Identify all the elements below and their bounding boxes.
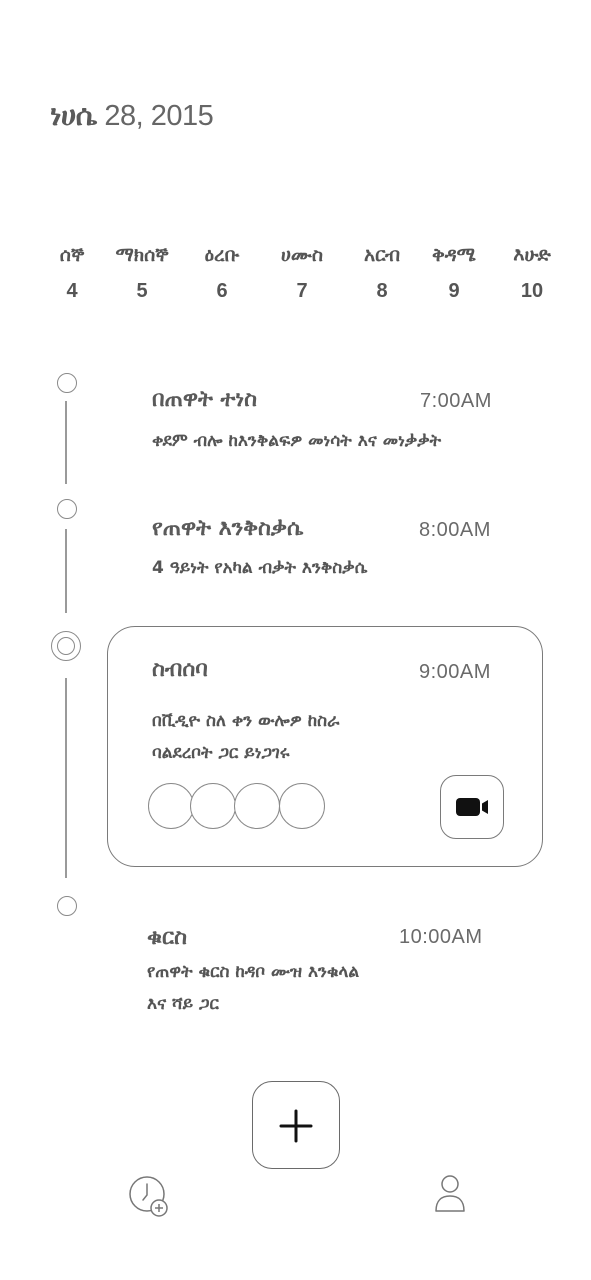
event-title: የጠዋት እንቅስቃሴ [152,516,304,541]
timeline-line [65,529,67,613]
day-name: ማክሰኞ [115,244,169,266]
participant-avatar [234,783,280,829]
timeline-line [65,678,67,878]
date-label: 28, 2015 [96,100,214,132]
clock-add-icon [129,1176,168,1217]
event-description: 4 ዓይነት የአካል ብቃት እንቅስቃሴ [152,558,368,578]
day-number: 7 [296,280,308,302]
day-number: 9 [448,280,460,302]
day-name: ዕረቡ [204,244,240,266]
event-description: የጠዋት ቁርስ ከዳቦ ሙዝ እንቁላል [147,962,360,982]
day-number: 6 [216,280,228,302]
event-title: በጠዋት ተነስ [152,387,258,412]
timeline-dot [57,499,77,519]
event-description: ቀደም ብሎ ከእንቅልፍዎ መነሳት እና መነቃቃት [152,431,442,451]
video-camera-icon [455,797,488,816]
event-description: ባልደረቦት ጋር ይነጋገሩ [152,743,290,763]
event-time: 10:00AM [399,926,483,948]
day-name: ቅዳሜ [432,244,476,266]
day-number: 8 [376,280,388,302]
event-description: እና ሻይ ጋር [147,994,219,1014]
plus-icon [279,1109,312,1142]
add-event-button[interactable] [252,1081,340,1169]
timeline-dot-active [51,631,81,661]
event-title: ቁርስ [147,925,188,950]
event-title: ስብሰባ [152,657,208,682]
day-friday[interactable]: አርብ 8 [342,240,422,303]
event-time: 9:00AM [419,661,491,683]
day-number: 4 [66,280,78,302]
nav-profile-button[interactable] [428,1173,472,1221]
participant-avatar [190,783,236,829]
day-sunday[interactable]: እሁድ 10 [492,240,572,303]
week-selector: ሰኞ 4 ማክሰኞ 5 ዕረቡ 6 ሀሙስ 7 አርብ 8 ቅዳሜ 9 እሁድ … [38,240,568,320]
event-time: 8:00AM [419,519,491,541]
nav-schedule-button[interactable] [126,1174,172,1224]
day-number: 5 [136,280,148,302]
day-number: 10 [520,280,544,302]
day-name: ሰኞ [59,244,85,266]
day-saturday[interactable]: ቅዳሜ 9 [414,240,494,303]
timeline-line [65,401,67,484]
day-tuesday[interactable]: ማክሰኞ 5 [102,240,182,303]
event-description: በቪዲዮ ስለ ቀን ውሎዎ ከስራ [152,711,340,731]
user-icon [435,1175,465,1212]
timeline-dot [57,373,77,393]
day-thursday[interactable]: ሀሙስ 7 [262,240,342,303]
page-title: ነሀሴ 28, 2015 [50,98,214,133]
day-monday[interactable]: ሰኞ 4 [32,240,112,303]
event-time: 7:00AM [420,390,492,412]
month-label: ነሀሴ [50,98,97,132]
video-call-button[interactable] [440,775,504,839]
day-name: አርብ [363,244,401,266]
timeline-dot [57,896,77,916]
day-name: እሁድ [513,244,551,266]
day-wednesday[interactable]: ዕረቡ 6 [182,240,262,303]
participant-avatar [279,783,325,829]
day-name: ሀሙስ [280,244,324,266]
participant-avatar [148,783,194,829]
